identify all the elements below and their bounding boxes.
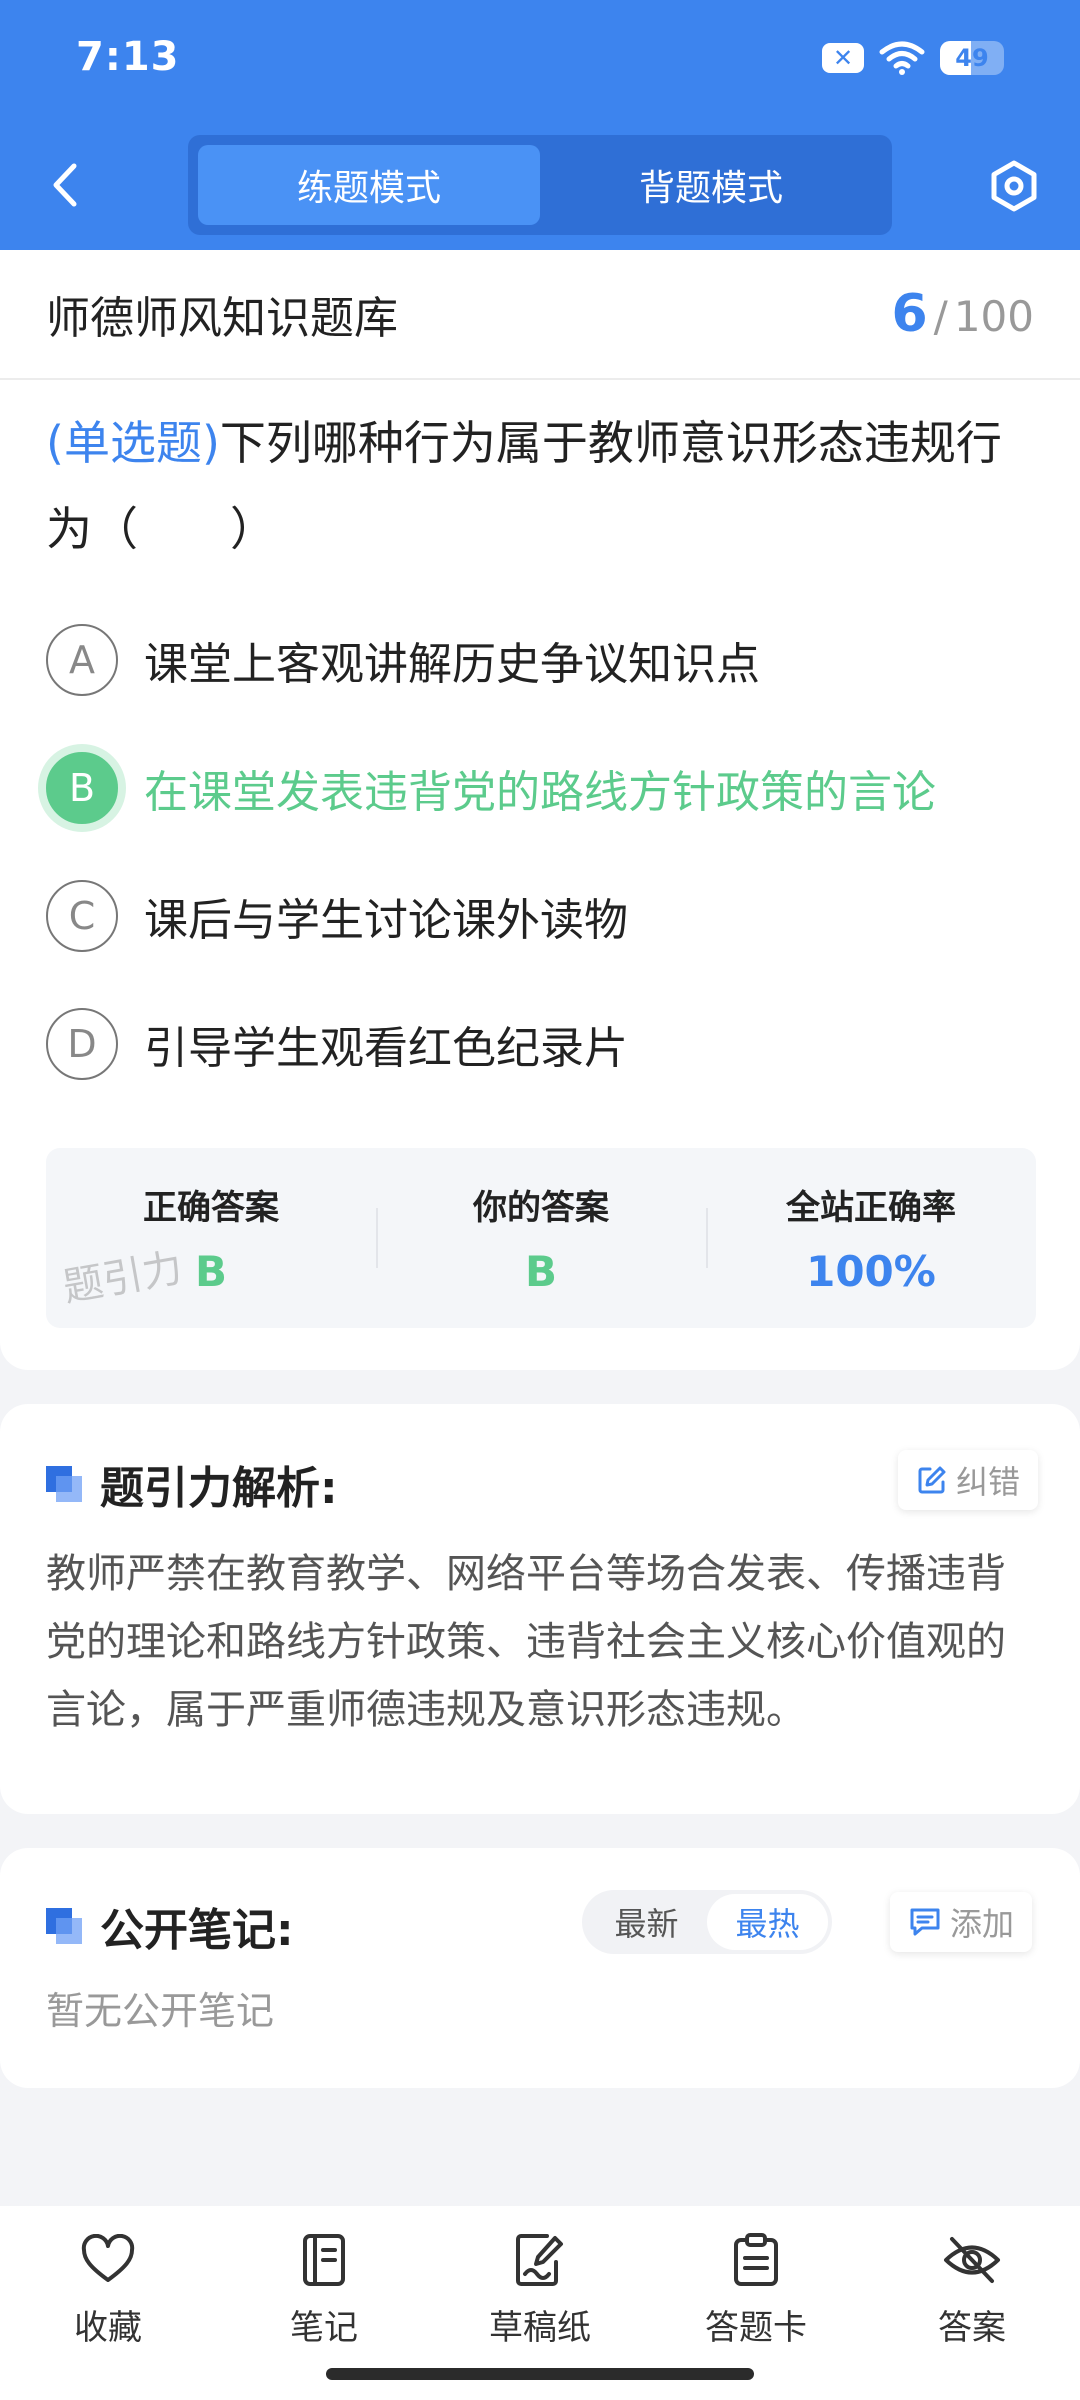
draft-paper-button[interactable]: 草稿纸 bbox=[460, 2230, 620, 2349]
question-card: 师德师风知识题库 6/100 (单选题)下列哪种行为属于教师意识形态违规行为（ … bbox=[0, 250, 1080, 1370]
heart-icon bbox=[78, 2230, 138, 2290]
report-error-label: 纠错 bbox=[956, 1463, 1021, 1501]
home-indicator[interactable] bbox=[326, 2368, 754, 2380]
notes-button[interactable]: 笔记 bbox=[244, 2230, 404, 2349]
draft-paper-icon bbox=[510, 2230, 570, 2290]
settings-button[interactable] bbox=[986, 158, 1042, 214]
stat-label: 正确答案 bbox=[143, 1188, 279, 1228]
add-note-button[interactable]: 添加 bbox=[890, 1892, 1033, 1952]
x-box-icon: ✕ bbox=[822, 43, 864, 73]
sort-newest[interactable]: 最新 bbox=[586, 1894, 707, 1950]
notes-header: 公开笔记: bbox=[46, 1894, 294, 1958]
bottom-label: 笔记 bbox=[290, 2308, 358, 2348]
analysis-card: 题引力解析: 纠错 教师严禁在教育教学、网络平台等场合发表、传播违背党的理论和路… bbox=[0, 1404, 1080, 1814]
option-letter: A bbox=[46, 624, 118, 696]
analysis-text: 教师严禁在教育教学、网络平台等场合发表、传播违背党的理论和路线方针政策、违背社会… bbox=[46, 1551, 1006, 1733]
answer-stats: 正确答案 B 你的答案 B 全站正确率 100% bbox=[46, 1148, 1036, 1328]
status-time: 7:13 bbox=[76, 34, 180, 80]
question-progress: 6/100 bbox=[891, 284, 1034, 344]
option-text: 引导学生观看红色纪录片 bbox=[144, 1023, 628, 1074]
eye-off-icon bbox=[942, 2230, 1002, 2290]
notes-sort-toggle: 最新 最热 bbox=[582, 1890, 832, 1954]
option-a[interactable]: A 课堂上客观讲解历史争议知识点 bbox=[46, 620, 1036, 700]
no-notes-text: 暂无公开笔记 bbox=[46, 1989, 275, 2033]
bottom-label: 收藏 bbox=[74, 2308, 142, 2348]
option-letter: B bbox=[46, 752, 118, 824]
back-button[interactable] bbox=[40, 160, 90, 210]
tab-memorize-mode[interactable]: 背题模式 bbox=[540, 145, 882, 225]
bank-title: 师德师风知识题库 bbox=[46, 293, 398, 344]
hexagon-settings-icon bbox=[991, 160, 1037, 212]
bottom-label: 答题卡 bbox=[705, 2308, 807, 2348]
analysis-title: 题引力解析: bbox=[100, 1463, 338, 1514]
report-error-button[interactable]: 纠错 bbox=[898, 1450, 1039, 1510]
option-letter: C bbox=[46, 880, 118, 952]
stat-value: 100% bbox=[806, 1247, 936, 1296]
stat-label: 你的答案 bbox=[473, 1188, 609, 1228]
favorite-button[interactable]: 收藏 bbox=[28, 2230, 188, 2349]
analysis-header: 题引力解析: bbox=[46, 1452, 338, 1516]
bottom-toolbar: 收藏 笔记 草稿纸 答题卡 答案 bbox=[0, 2206, 1080, 2400]
stat-label: 全站正确率 bbox=[786, 1188, 956, 1228]
comment-icon bbox=[910, 1908, 940, 1936]
chevron-left-icon bbox=[53, 163, 77, 207]
stat-value: B bbox=[524, 1247, 557, 1296]
option-d[interactable]: D 引导学生观看红色纪录片 bbox=[46, 1004, 1036, 1084]
app-header: 7:13 ✕ 49 练题模式 背题模式 bbox=[0, 0, 1080, 250]
option-b[interactable]: B 在课堂发表违背党的路线方针政策的言论 bbox=[46, 748, 1036, 828]
status-icons: ✕ 49 bbox=[822, 40, 1004, 76]
progress-separator: / bbox=[933, 292, 948, 341]
current-question-number: 6 bbox=[891, 284, 928, 344]
show-answer-button[interactable]: 答案 bbox=[892, 2230, 1052, 2349]
option-c[interactable]: C 课后与学生讨论课外读物 bbox=[46, 876, 1036, 956]
option-text: 课堂上客观讲解历史争议知识点 bbox=[144, 639, 760, 690]
answer-sheet-button[interactable]: 答题卡 bbox=[676, 2230, 836, 2349]
mode-switch: 练题模式 背题模式 bbox=[188, 135, 892, 235]
stat-correct-rate: 全站正确率 100% bbox=[706, 1148, 1036, 1328]
stat-your-answer: 你的答案 B bbox=[376, 1148, 706, 1328]
question-text: (单选题)下列哪种行为属于教师意识形态违规行为（ ） bbox=[46, 400, 1036, 572]
public-notes-card: 公开笔记: 最新 最热 添加 暂无公开笔记 bbox=[0, 1848, 1080, 2088]
add-note-label: 添加 bbox=[950, 1905, 1015, 1943]
bottom-label: 草稿纸 bbox=[489, 2308, 591, 2348]
answer-sheet-icon bbox=[726, 2230, 786, 2290]
battery-level: 49 bbox=[955, 44, 989, 72]
sort-hottest[interactable]: 最热 bbox=[707, 1894, 828, 1950]
question-type: (单选题) bbox=[46, 416, 220, 470]
battery-icon: 49 bbox=[940, 41, 1004, 75]
section-squares-icon bbox=[46, 1908, 82, 1944]
total-question-count: 100 bbox=[953, 292, 1034, 341]
bottom-label: 答案 bbox=[938, 2308, 1006, 2348]
section-squares-icon bbox=[46, 1466, 82, 1502]
bank-row: 师德师风知识题库 6/100 bbox=[0, 250, 1080, 380]
notebook-icon bbox=[294, 2230, 354, 2290]
option-text: 课后与学生讨论课外读物 bbox=[144, 895, 628, 946]
tab-practice-mode[interactable]: 练题模式 bbox=[198, 145, 540, 225]
option-text: 在课堂发表违背党的路线方针政策的言论 bbox=[144, 767, 936, 818]
stat-value: B bbox=[194, 1247, 227, 1296]
wifi-icon bbox=[879, 41, 925, 75]
notes-title: 公开笔记: bbox=[100, 1905, 294, 1956]
option-letter: D bbox=[46, 1008, 118, 1080]
edit-icon bbox=[918, 1466, 946, 1494]
